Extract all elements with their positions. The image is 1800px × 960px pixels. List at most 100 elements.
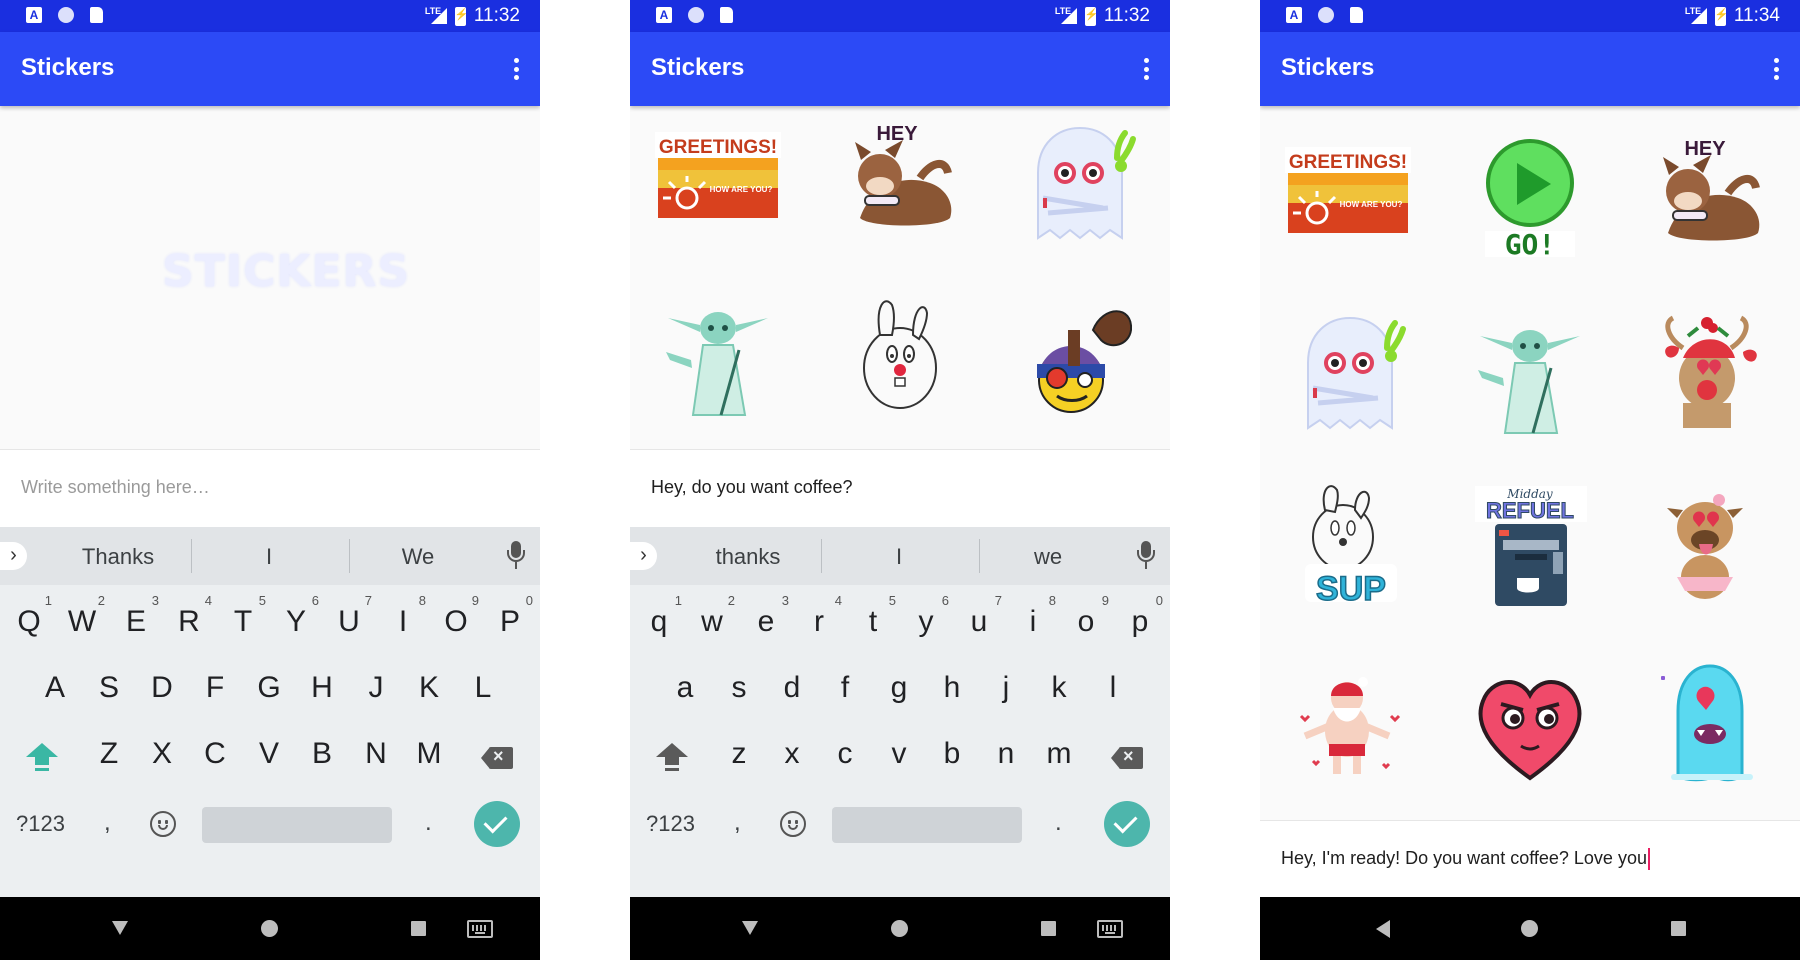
chevron-right-icon[interactable]: › bbox=[630, 542, 657, 570]
message-input[interactable]: Hey, I'm ready! Do you want coffee? Love… bbox=[1260, 820, 1800, 900]
key[interactable]: S bbox=[84, 671, 134, 705]
back-icon[interactable] bbox=[742, 921, 758, 935]
enter-check-icon[interactable] bbox=[1104, 801, 1150, 847]
shift-icon[interactable] bbox=[656, 743, 688, 775]
suggestion-3[interactable]: we bbox=[983, 544, 1113, 570]
key[interactable]: A bbox=[30, 671, 80, 705]
key[interactable]: M bbox=[404, 737, 454, 771]
keyboard-icon[interactable] bbox=[467, 920, 493, 938]
microphone-icon[interactable] bbox=[1136, 541, 1156, 571]
space-bar[interactable] bbox=[202, 807, 392, 843]
back-icon[interactable] bbox=[1376, 920, 1390, 938]
emoji-icon[interactable] bbox=[780, 811, 806, 837]
keyboard-icon[interactable] bbox=[1097, 920, 1123, 938]
key[interactable]: o9 bbox=[1061, 593, 1111, 639]
overflow-menu-icon[interactable] bbox=[1772, 58, 1780, 80]
overflow-menu-icon[interactable] bbox=[1142, 58, 1150, 80]
key[interactable]: Y6 bbox=[271, 593, 321, 639]
hey-dog-sticker[interactable]: HEY bbox=[825, 108, 975, 258]
key[interactable]: F bbox=[190, 671, 240, 705]
key[interactable]: k bbox=[1034, 671, 1084, 705]
hey-dog-sticker[interactable]: HEY bbox=[1633, 123, 1783, 273]
emoji-icon[interactable] bbox=[150, 811, 176, 837]
suggestion-1[interactable]: Thanks bbox=[53, 544, 183, 570]
comma-key[interactable]: , bbox=[104, 809, 111, 837]
suggestion-3[interactable]: We bbox=[353, 544, 483, 570]
chevron-right-icon[interactable]: › bbox=[0, 542, 27, 570]
key[interactable]: K bbox=[404, 671, 454, 705]
key[interactable]: b bbox=[927, 737, 977, 771]
key[interactable]: h bbox=[927, 671, 977, 705]
ghost-sticker[interactable] bbox=[1273, 298, 1423, 448]
greetings-sticker[interactable]: GREETINGS! HOW ARE YOU? bbox=[643, 108, 793, 258]
midday-refuel-sticker[interactable]: Midday REFUEL bbox=[1455, 472, 1605, 622]
key[interactable]: r4 bbox=[794, 593, 844, 639]
key[interactable]: W2 bbox=[57, 593, 107, 639]
coffee-emoji-sticker[interactable] bbox=[1003, 280, 1153, 430]
suggestion-2[interactable]: I bbox=[834, 544, 964, 570]
key[interactable]: B bbox=[297, 737, 347, 771]
ghost-sticker[interactable] bbox=[1003, 108, 1153, 258]
symbols-key[interactable]: ?123 bbox=[16, 811, 65, 837]
key[interactable]: e3 bbox=[741, 593, 791, 639]
key[interactable]: v bbox=[874, 737, 924, 771]
key[interactable]: x bbox=[767, 737, 817, 771]
key[interactable]: D bbox=[137, 671, 187, 705]
yoda-sticker[interactable] bbox=[1455, 298, 1605, 448]
key[interactable]: l bbox=[1088, 671, 1138, 705]
key[interactable]: I8 bbox=[378, 593, 428, 639]
key[interactable]: V bbox=[244, 737, 294, 771]
comma-key[interactable]: , bbox=[734, 809, 741, 837]
key[interactable]: P0 bbox=[485, 593, 535, 639]
key[interactable]: f bbox=[820, 671, 870, 705]
enter-check-icon[interactable] bbox=[474, 801, 520, 847]
key[interactable]: H bbox=[297, 671, 347, 705]
message-input[interactable]: Hey, do you want coffee? bbox=[630, 449, 1170, 527]
backspace-icon[interactable]: × bbox=[481, 746, 513, 769]
key[interactable]: t5 bbox=[848, 593, 898, 639]
key[interactable]: U7 bbox=[324, 593, 374, 639]
key[interactable]: C bbox=[190, 737, 240, 771]
recents-icon[interactable] bbox=[411, 921, 426, 936]
home-icon[interactable] bbox=[261, 920, 278, 937]
yoda-sticker[interactable] bbox=[643, 280, 793, 430]
key[interactable]: G bbox=[244, 671, 294, 705]
key[interactable]: s bbox=[714, 671, 764, 705]
key[interactable]: p0 bbox=[1115, 593, 1165, 639]
key[interactable]: X bbox=[137, 737, 187, 771]
key[interactable]: Z bbox=[84, 737, 134, 771]
greetings-sticker[interactable]: GREETINGS! HOW ARE YOU? bbox=[1273, 123, 1423, 273]
key[interactable]: g bbox=[874, 671, 924, 705]
backspace-icon[interactable]: × bbox=[1111, 746, 1143, 769]
key[interactable]: O9 bbox=[431, 593, 481, 639]
key[interactable]: R4 bbox=[164, 593, 214, 639]
key[interactable]: j bbox=[981, 671, 1031, 705]
period-key[interactable]: . bbox=[1055, 809, 1062, 837]
blue-monster-sticker[interactable] bbox=[1633, 646, 1783, 796]
overflow-menu-icon[interactable] bbox=[512, 58, 520, 80]
key[interactable]: a bbox=[660, 671, 710, 705]
home-icon[interactable] bbox=[1521, 920, 1538, 937]
microphone-icon[interactable] bbox=[506, 541, 526, 571]
shift-icon[interactable] bbox=[26, 743, 58, 775]
period-key[interactable]: . bbox=[425, 809, 432, 837]
suggestion-2[interactable]: I bbox=[204, 544, 334, 570]
message-input[interactable]: Write something here… bbox=[0, 449, 540, 527]
sup-bunny-sticker[interactable]: SUP bbox=[1273, 472, 1423, 622]
recents-icon[interactable] bbox=[1671, 921, 1686, 936]
symbols-key[interactable]: ?123 bbox=[646, 811, 695, 837]
back-icon[interactable] bbox=[112, 921, 128, 935]
go-sticker[interactable]: GO! bbox=[1455, 123, 1605, 273]
home-icon[interactable] bbox=[891, 920, 908, 937]
santa-sticker[interactable] bbox=[1273, 646, 1423, 796]
key[interactable]: u7 bbox=[954, 593, 1004, 639]
key[interactable]: c bbox=[820, 737, 870, 771]
key[interactable]: E3 bbox=[111, 593, 161, 639]
key[interactable]: d bbox=[767, 671, 817, 705]
heart-face-sticker[interactable] bbox=[1455, 646, 1605, 796]
key[interactable]: y6 bbox=[901, 593, 951, 639]
key[interactable]: z bbox=[714, 737, 764, 771]
space-bar[interactable] bbox=[832, 807, 1022, 843]
key[interactable]: N bbox=[351, 737, 401, 771]
key[interactable]: m bbox=[1034, 737, 1084, 771]
